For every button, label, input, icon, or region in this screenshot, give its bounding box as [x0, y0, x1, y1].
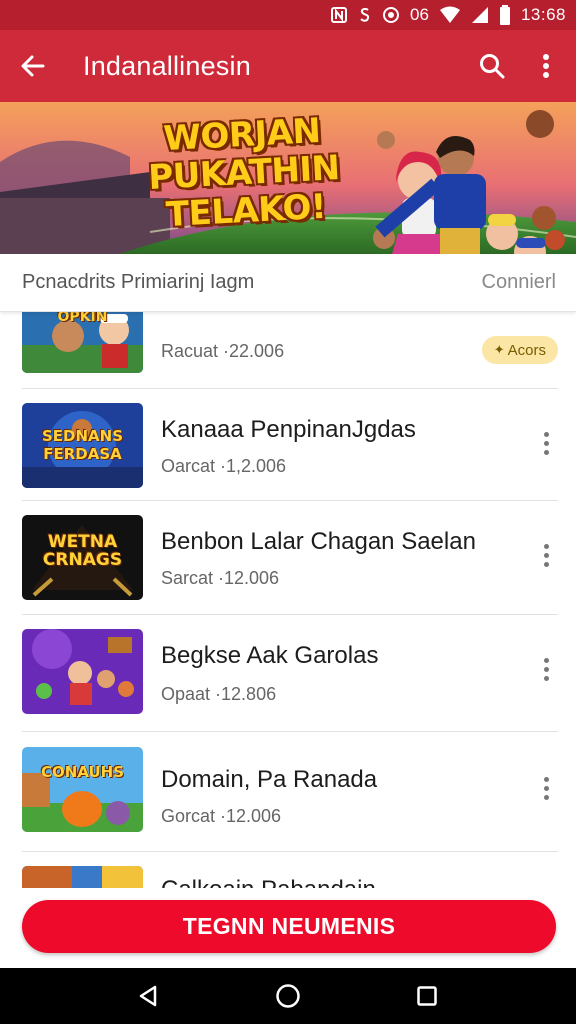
- banner-title: WORJAN PUKATHIN TELAKO!: [121, 110, 367, 236]
- nfc-icon: [330, 6, 348, 24]
- square-recents-icon: [416, 986, 437, 1006]
- search-button[interactable]: [468, 30, 516, 102]
- star-icon: ✦: [493, 342, 505, 357]
- list-item[interactable]: Begkse Aak Garolas Opaat ·12.806: [0, 615, 576, 731]
- thumbnail-label: SEDNANS FERDASA: [41, 427, 124, 463]
- item-thumbnail: [22, 866, 143, 888]
- signal-icon: [471, 6, 489, 24]
- battery-percent: 06: [410, 5, 429, 24]
- thumbnail-label: WETNA CRNAGS: [42, 532, 123, 570]
- nav-back-button[interactable]: [119, 968, 179, 1024]
- item-more-button[interactable]: [534, 537, 558, 573]
- item-more-button[interactable]: [534, 425, 558, 461]
- featured-banner[interactable]: WORJAN PUKATHIN TELAKO!: [0, 102, 576, 254]
- section-title: Pcnacdrits Primiarinj Iagm: [22, 271, 255, 293]
- item-more-button[interactable]: [534, 770, 558, 806]
- cta-area: TEGNN NEUMENIS: [0, 888, 576, 968]
- app-screen: 06 13:68 Indanallinesin WORJAN PUKATHIN …: [0, 0, 576, 1024]
- nav-recents-button[interactable]: [397, 968, 457, 1024]
- more-options-button[interactable]: [516, 30, 576, 102]
- item-subtitle: Racuat ·22.006: [161, 341, 285, 361]
- item-title: Domain, Pa Ranada: [161, 766, 378, 793]
- game-list: OPKIN Racuat ·22.006 ✦ Acors SEDNANS FER…: [0, 312, 576, 888]
- status-badge: ✦ Acors: [481, 336, 558, 364]
- more-vertical-icon: [543, 54, 549, 78]
- primary-action-button[interactable]: TEGNN NEUMENIS: [22, 900, 556, 953]
- item-title: Kanaaa PenpinanJgdas: [161, 416, 416, 443]
- badge-label: Acors: [507, 341, 546, 359]
- clock: 13:68: [520, 5, 566, 24]
- search-icon: [480, 54, 505, 79]
- item-more-button[interactable]: [534, 651, 558, 687]
- triangle-back-icon: [140, 985, 157, 1007]
- battery-icon: [499, 5, 511, 25]
- arrow-left-icon: [21, 55, 45, 77]
- data-saver-icon: [382, 6, 400, 24]
- item-title: Begkse Aak Garolas: [161, 642, 379, 669]
- item-subtitle: Opaat ·12.806: [161, 684, 277, 704]
- thumbnail-label: CONAUHS: [41, 763, 124, 781]
- list-item[interactable]: WETNA CRNAGS Benbon Lalar Chagan Saelan …: [0, 501, 576, 614]
- item-thumbnail: OPKIN: [22, 312, 143, 373]
- back-button[interactable]: [0, 30, 66, 102]
- list-item[interactable]: SEDNANS FERDASA Kanaaa PenpinanJgdas Oar…: [0, 389, 576, 502]
- item-title: Calkoain Pabandain: [161, 876, 376, 888]
- item-thumbnail: [22, 629, 143, 714]
- list-item[interactable]: Calkoain Pabandain: [0, 852, 576, 888]
- circle-home-icon: [276, 984, 300, 1008]
- item-subtitle: Gorcat ·12.006: [161, 806, 282, 826]
- item-thumbnail: CONAUHS: [22, 747, 143, 832]
- thumbnail-label: OPKIN: [57, 312, 108, 325]
- app-bar: Indanallinesin: [0, 30, 576, 102]
- item-thumbnail: SEDNANS FERDASA: [22, 403, 143, 488]
- list-item[interactable]: CONAUHS Domain, Pa Ranada Gorcat ·12.006: [0, 732, 576, 851]
- item-subtitle: Sarcat ·12.006: [161, 568, 280, 588]
- nav-home-button[interactable]: [258, 968, 318, 1024]
- page-title: Indanallinesin: [83, 50, 251, 81]
- item-subtitle: Oarcat ·1,2.006: [161, 456, 287, 476]
- list-item[interactable]: OPKIN Racuat ·22.006 ✦ Acors: [0, 312, 576, 388]
- wifi-icon: [439, 6, 461, 24]
- section-header: Pcnacdrits Primiarinj Iagm Connierl: [0, 254, 576, 312]
- status-bar: 06 13:68: [0, 0, 576, 30]
- item-thumbnail: WETNA CRNAGS: [22, 515, 143, 600]
- settings-dot-icon: [358, 6, 372, 24]
- system-nav-bar: [0, 968, 576, 1024]
- item-title: Benbon Lalar Chagan Saelan: [161, 528, 476, 555]
- section-link[interactable]: Connierl: [482, 271, 556, 294]
